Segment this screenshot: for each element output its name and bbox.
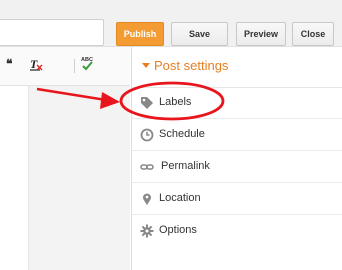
sidebar-item-label: Options — [159, 224, 197, 236]
save-button[interactable]: Save — [171, 22, 228, 46]
post-settings-header[interactable]: Post settings — [132, 47, 342, 88]
post-settings-title: Post settings — [154, 58, 229, 73]
tag-icon — [140, 96, 154, 110]
editor-toolbar: ❝ T ABC — [0, 47, 130, 86]
sidebar-item-labels[interactable]: Labels — [132, 87, 342, 119]
sidebar-item-label: Location — [159, 192, 201, 204]
editor-text-area[interactable] — [0, 86, 29, 270]
sidebar-item-label: Schedule — [159, 128, 205, 140]
spellcheck-glyph: ABC — [81, 57, 93, 71]
spellcheck-icon[interactable]: ABC — [80, 55, 96, 76]
post-title-input[interactable] — [0, 19, 104, 46]
svg-text:T: T — [30, 57, 38, 71]
link-icon — [140, 160, 154, 174]
sidebar-item-label: Permalink — [161, 160, 210, 172]
caret-down-icon — [142, 63, 150, 68]
editor-gutter — [29, 86, 130, 270]
sidebar-item-label: Labels — [159, 96, 192, 108]
close-button[interactable]: Close — [292, 22, 334, 46]
sidebar-item-location[interactable]: Location — [132, 183, 342, 215]
toolbar-divider — [74, 59, 75, 73]
clock-icon — [140, 128, 154, 142]
quote-icon[interactable]: ❝ — [6, 57, 12, 71]
publish-button[interactable]: Publish — [116, 22, 164, 46]
clear-formatting-glyph: T — [30, 57, 43, 71]
pin-icon — [140, 192, 154, 206]
top-bar: Publish Save Preview Close — [0, 6, 342, 47]
sidebar-item-permalink[interactable]: Permalink — [132, 151, 342, 183]
post-settings-sidebar: Post settings Labels Schedule Permalink — [131, 47, 342, 270]
preview-button[interactable]: Preview — [236, 22, 286, 46]
sidebar-item-options[interactable]: Options — [132, 215, 342, 247]
sidebar-item-schedule[interactable]: Schedule — [132, 119, 342, 151]
clear-formatting-icon[interactable]: T — [29, 57, 43, 74]
gear-icon — [140, 224, 154, 238]
